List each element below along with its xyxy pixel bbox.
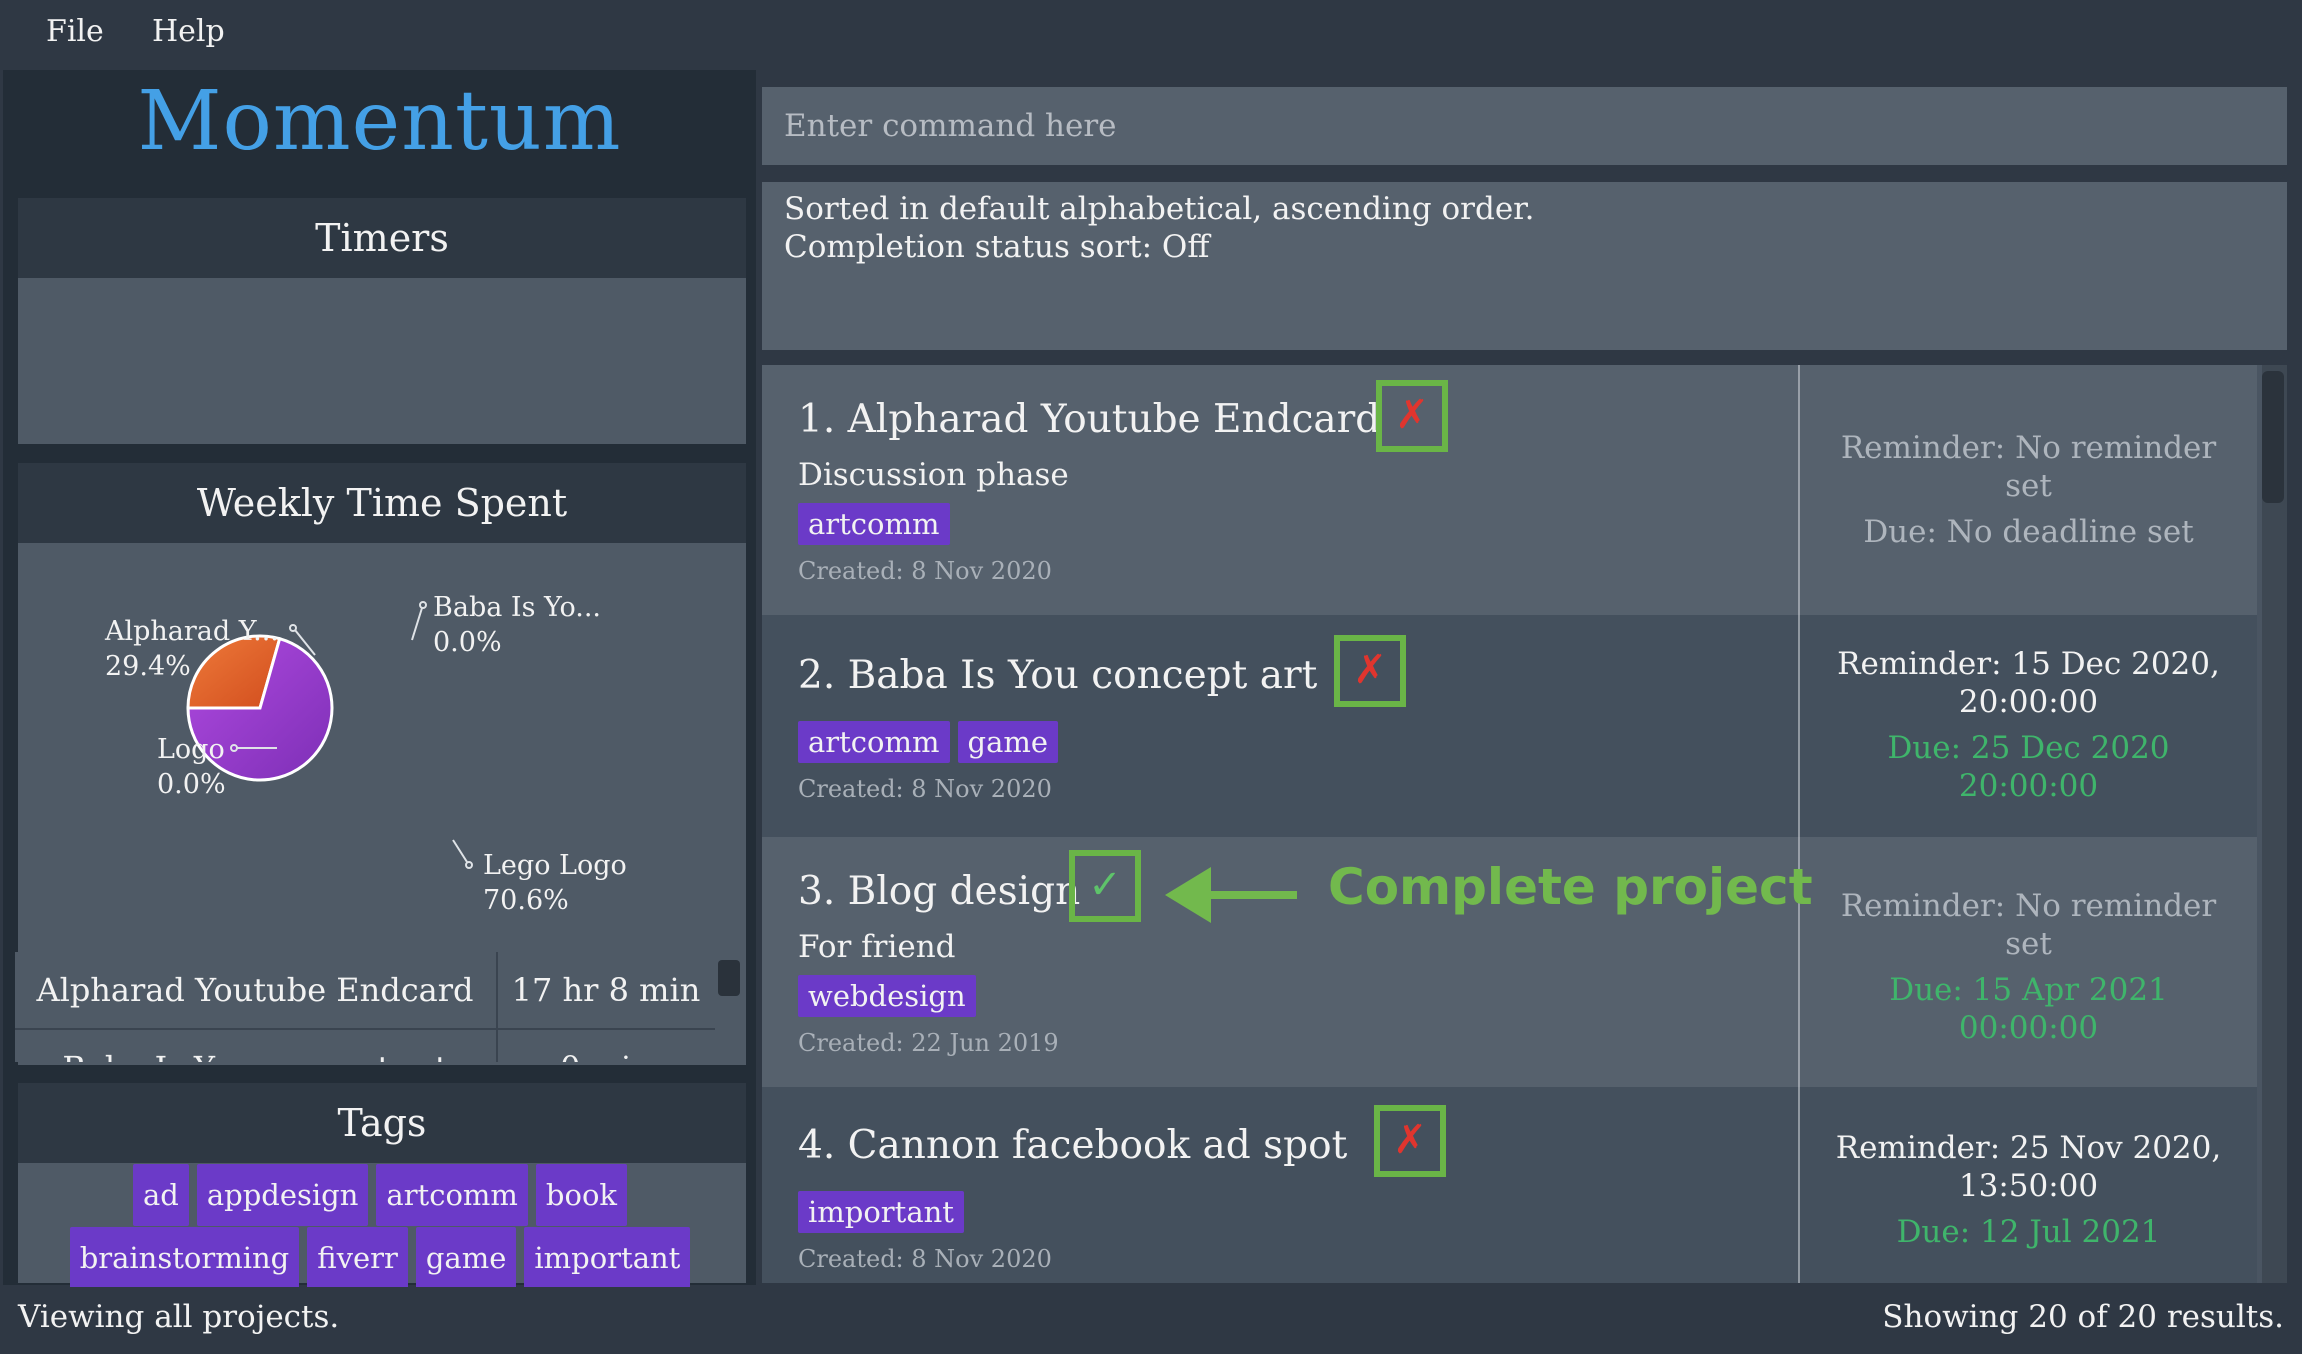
svg-text:0.0%: 0.0% — [157, 769, 226, 800]
reminder-text: set — [2005, 468, 2052, 504]
svg-text:Logo: Logo — [157, 734, 225, 765]
weekly-pie-chart: Alpharad Y... 29.4% Baba Is Yo... 0.0% L… — [104, 592, 627, 916]
reminder-text: 20:00:00 — [1958, 684, 2099, 720]
complete-icon: ✓ — [1088, 862, 1122, 908]
table-cell-time: 0 min — [497, 1030, 715, 1062]
reminder-text: Reminder: 15 Dec 2020, — [1837, 646, 2220, 682]
svg-text:29.4%: 29.4% — [105, 651, 191, 682]
due-text: Due: 25 Dec 2020 — [1887, 730, 2170, 766]
weekly-time-header: Weekly Time Spent — [18, 463, 746, 543]
reminder-text: set — [2005, 926, 2052, 962]
tag-chip[interactable]: fiverr — [307, 1227, 408, 1289]
svg-text:Lego Logo: Lego Logo — [483, 850, 627, 881]
status-box: ✓ — [1069, 850, 1141, 922]
command-box — [762, 87, 2287, 165]
project-dates: Reminder: 15 Dec 2020, 20:00:00 Due: 25 … — [1800, 615, 2257, 867]
tags-list: ad appdesign artcomm book brainstorming five… — [15, 1164, 745, 1290]
menu-file[interactable]: File — [46, 14, 104, 49]
tag-chip[interactable]: artcomm — [798, 503, 950, 545]
annotation-arrow-icon — [1165, 867, 1297, 923]
table-cell-project: Baba Is You concept art — [15, 1030, 495, 1062]
created-date: Created: 8 Nov 2020 — [798, 557, 1052, 585]
tag-chip[interactable]: webdesign — [798, 975, 976, 1017]
project-title: 3. Blog design — [798, 869, 1081, 914]
pie-label-baba: Baba Is Yo... 0.0% — [411, 592, 601, 658]
tags-header: Tags — [18, 1083, 746, 1163]
reminder-text: Reminder: No reminder — [1840, 430, 2217, 466]
timers-header: Timers — [18, 198, 746, 278]
svg-text:70.6%: 70.6% — [483, 885, 569, 916]
tag-chip[interactable]: brainstorming — [69, 1227, 300, 1289]
status-box: ✗ — [1376, 380, 1448, 452]
project-title: 1. Alpharad Youtube Endcard — [798, 397, 1381, 442]
due-text: 20:00:00 — [1958, 768, 2099, 804]
project-description: For friend — [798, 929, 956, 965]
reminder-text: Reminder: 25 Nov 2020, — [1835, 1130, 2222, 1166]
table-cell-project: Alpharad Youtube Endcard — [36, 971, 474, 1009]
incomplete-icon: ✗ — [1353, 647, 1387, 693]
timers-body — [18, 278, 746, 444]
table-scrollbar[interactable] — [718, 960, 740, 996]
svg-text:Baba Is Yo...: Baba Is Yo... — [433, 592, 601, 623]
tag-chip[interactable]: game — [415, 1227, 517, 1289]
due-text: Due: No deadline set — [1863, 514, 2194, 550]
status-right: Showing 20 of 20 results. — [1882, 1299, 2284, 1335]
command-input[interactable] — [784, 105, 2264, 147]
tag-chip[interactable]: artcomm — [798, 721, 950, 763]
reminder-text: Reminder: No reminder — [1840, 888, 2217, 924]
result-line: Completion status sort: Off — [784, 229, 1210, 265]
due-text: 00:00:00 — [1958, 1010, 2099, 1046]
tag-chip[interactable]: important — [798, 1191, 964, 1233]
menu-help[interactable]: Help — [152, 14, 225, 49]
incomplete-icon: ✗ — [1395, 392, 1429, 438]
tag-chip[interactable]: game — [957, 721, 1059, 763]
reminder-text: 13:50:00 — [1958, 1168, 2099, 1204]
tag-chip[interactable]: artcomm — [376, 1164, 528, 1226]
table-row[interactable]: Baba Is You concept art 0 min — [15, 1030, 715, 1062]
table-cell-time: 17 hr 8 min — [511, 971, 701, 1009]
project-card[interactable]: 4. Cannon facebook ad spot ✗ important C… — [762, 1087, 2257, 1283]
created-date: Created: 8 Nov 2020 — [798, 775, 1052, 803]
project-tags: webdesign — [794, 975, 980, 1017]
status-box: ✗ — [1334, 635, 1406, 707]
due-text: Due: 15 Apr 2021 — [1889, 972, 2168, 1008]
project-title: 2. Baba Is You concept art — [798, 653, 1318, 698]
result-display: Sorted in default alphabetical, ascendin… — [762, 182, 2287, 350]
project-card[interactable]: 1. Alpharad Youtube Endcard ✗ Discussion… — [762, 365, 2257, 615]
annotation-label: Complete project — [1328, 858, 1813, 916]
status-bar: Viewing all projects. Showing 20 of 20 r… — [0, 1287, 2302, 1354]
incomplete-icon: ✗ — [1393, 1117, 1427, 1163]
project-title: 4. Cannon facebook ad spot — [798, 1123, 1348, 1168]
project-card[interactable]: 2. Baba Is You concept art ✗ artcomm game… — [762, 615, 2257, 837]
pie-label-lego: Lego Logo 70.6% — [452, 839, 627, 916]
weekly-time-table[interactable]: Alpharad Youtube Endcard 17 hr 8 min Bab… — [15, 952, 715, 1062]
project-description: Discussion phase — [798, 457, 1069, 493]
project-dates: Reminder: 25 Nov 2020, 13:50:00 Due: 12 … — [1800, 1087, 2257, 1283]
created-date: Created: 22 Jun 2019 — [798, 1029, 1059, 1057]
app-title: Momentum — [137, 74, 622, 169]
project-list[interactable]: 1. Alpharad Youtube Endcard ✗ Discussion… — [762, 365, 2287, 1283]
due-text: Due: 12 Jul 2021 — [1896, 1214, 2161, 1250]
project-tags: important — [794, 1191, 968, 1233]
svg-text:Alpharad Y...: Alpharad Y... — [104, 616, 279, 647]
result-line: Sorted in default alphabetical, ascendin… — [784, 191, 1535, 227]
menu-bar: File Help — [0, 0, 2302, 70]
status-left: Viewing all projects. — [18, 1299, 340, 1335]
project-tags: artcomm — [794, 503, 954, 545]
table-row[interactable]: Alpharad Youtube Endcard 17 hr 8 min — [15, 952, 715, 1028]
tag-chip[interactable]: book — [535, 1164, 627, 1226]
tag-chip[interactable]: ad — [133, 1164, 189, 1226]
tag-chip[interactable]: appdesign — [196, 1164, 369, 1226]
tag-chip[interactable]: important — [524, 1227, 691, 1289]
created-date: Created: 8 Nov 2020 — [798, 1245, 1052, 1273]
status-box: ✗ — [1374, 1105, 1446, 1177]
svg-text:0.0%: 0.0% — [433, 627, 502, 658]
project-tags: artcomm game — [794, 721, 1062, 763]
list-scroll-thumb[interactable] — [2262, 371, 2284, 503]
